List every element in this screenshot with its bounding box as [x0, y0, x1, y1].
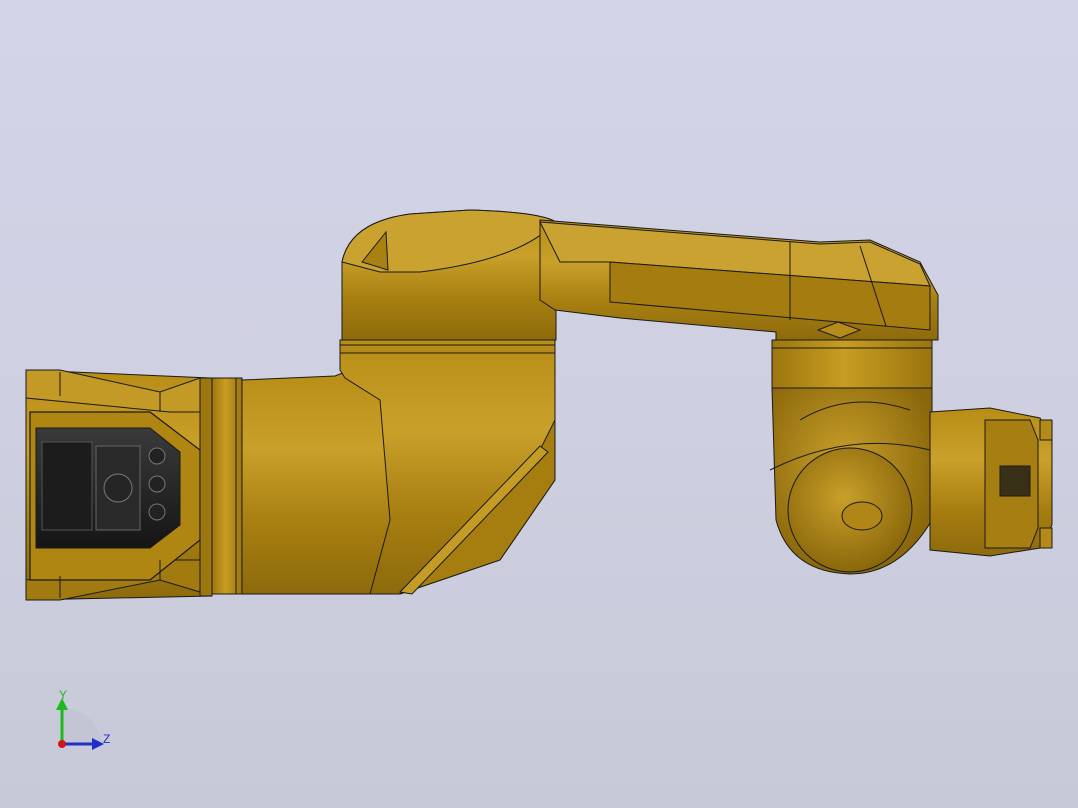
triad-z-label: Z [103, 732, 111, 746]
triad-y-label: Y [59, 688, 68, 702]
lower-arm[interactable] [241, 369, 401, 595]
shoulder-cap[interactable] [341, 209, 557, 341]
upper-arm[interactable] [539, 219, 939, 341]
coordinate-triad [56, 698, 104, 750]
cad-graphics-viewport[interactable]: Y Z [0, 0, 1078, 808]
tool-flange[interactable] [929, 407, 1053, 557]
base-joint-ring[interactable] [211, 377, 243, 595]
robot-arm-model[interactable] [0, 0, 1078, 808]
base-housing[interactable] [25, 369, 213, 601]
wrist-housing[interactable] [771, 339, 933, 389]
wrist-sphere[interactable] [769, 387, 933, 575]
